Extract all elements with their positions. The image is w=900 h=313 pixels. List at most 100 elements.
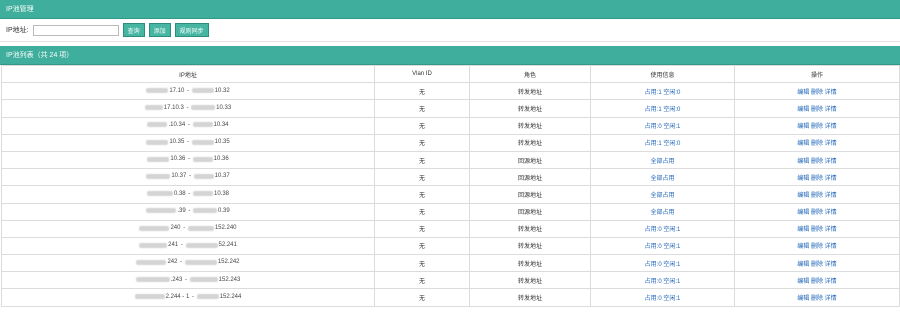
role-cell: 回源地址 bbox=[469, 168, 591, 187]
usage-info-link[interactable]: 占用:0 空闲:1 bbox=[590, 271, 735, 290]
edit-link[interactable]: 编辑 bbox=[797, 193, 809, 199]
usage-info-link[interactable]: 全部占用 bbox=[590, 185, 735, 204]
edit-link[interactable]: 编辑 bbox=[797, 227, 809, 233]
delete-link[interactable]: 删除 bbox=[811, 262, 823, 268]
edit-link[interactable]: 编辑 bbox=[797, 244, 809, 250]
actions-cell: 编辑 删除 详情 bbox=[734, 236, 900, 256]
masked-ip-prefix bbox=[185, 242, 218, 248]
detail-link[interactable]: 详情 bbox=[825, 141, 837, 147]
edit-link[interactable]: 编辑 bbox=[797, 159, 809, 165]
usage-info-link[interactable]: 占用:0 空闲:1 bbox=[590, 236, 735, 256]
ip-start: 10.35 bbox=[169, 139, 185, 146]
col-actions: 操作 bbox=[734, 64, 900, 84]
usage-info-link[interactable]: 占用:0 空闲:1 bbox=[590, 254, 735, 273]
edit-link[interactable]: 编辑 bbox=[797, 210, 809, 216]
role-cell: 转发地址 bbox=[469, 219, 591, 238]
usage-info-link[interactable]: 全部占用 bbox=[590, 202, 735, 221]
edit-link[interactable]: 编辑 bbox=[797, 262, 809, 268]
usage-info-link[interactable]: 占用:1 空闲:0 bbox=[590, 82, 735, 101]
actions-cell: 编辑 删除 详情 bbox=[734, 185, 900, 204]
ip-range-separator: - bbox=[181, 225, 187, 232]
detail-link[interactable]: 详情 bbox=[825, 279, 837, 285]
detail-link[interactable]: 详情 bbox=[825, 210, 837, 216]
detail-link[interactable]: 详情 bbox=[825, 159, 837, 165]
masked-ip-prefix bbox=[139, 242, 168, 248]
ip-range-cell: 0.38 - 10.38 bbox=[1, 185, 375, 204]
delete-link[interactable]: 删除 bbox=[811, 141, 823, 147]
ip-end: 152.243 bbox=[218, 276, 241, 283]
detail-link[interactable]: 详情 bbox=[825, 176, 837, 182]
ip-end: 10.36 bbox=[213, 156, 229, 163]
masked-ip-prefix bbox=[146, 139, 169, 145]
ip-range-separator: - bbox=[184, 104, 191, 111]
edit-link[interactable]: 编辑 bbox=[797, 176, 809, 182]
actions-cell: 编辑 删除 详情 bbox=[734, 271, 900, 290]
vlan-cell: 无 bbox=[374, 288, 470, 307]
edit-link[interactable]: 编辑 bbox=[797, 141, 809, 147]
col-role: 角色 bbox=[469, 64, 591, 84]
ip-search-input[interactable] bbox=[32, 24, 119, 36]
actions-cell: 编辑 删除 详情 bbox=[734, 219, 900, 238]
delete-link[interactable]: 删除 bbox=[811, 193, 823, 199]
detail-link[interactable]: 详情 bbox=[825, 262, 837, 268]
ip-end: 52.241 bbox=[218, 242, 237, 249]
delete-link[interactable]: 删除 bbox=[811, 210, 823, 216]
ip-range-cell: 10.37 - 10.37 bbox=[1, 168, 375, 187]
vlan-cell: 无 bbox=[374, 99, 470, 118]
delete-link[interactable]: 删除 bbox=[811, 107, 823, 113]
detail-link[interactable]: 详情 bbox=[825, 227, 837, 233]
list-title: IP池列表（共 24 项） bbox=[6, 52, 74, 59]
ip-end: 10.35 bbox=[214, 139, 230, 146]
edit-link[interactable]: 编辑 bbox=[797, 296, 809, 302]
detail-link[interactable]: 详情 bbox=[825, 90, 837, 96]
vlan-cell: 无 bbox=[374, 82, 470, 101]
usage-info-link[interactable]: 占用:1 空闲:0 bbox=[590, 133, 735, 152]
ip-start: 2.244 - 1 bbox=[165, 293, 190, 300]
role-cell: 回源地址 bbox=[469, 185, 591, 204]
masked-ip-prefix bbox=[192, 156, 213, 162]
ip-range-separator: - bbox=[183, 276, 189, 283]
masked-ip-prefix bbox=[144, 105, 163, 111]
ip-range-cell: .243 - 152.243 bbox=[1, 271, 375, 290]
actions-cell: 编辑 删除 详情 bbox=[734, 150, 900, 170]
ip-end: 152.240 bbox=[214, 225, 237, 232]
detail-link[interactable]: 详情 bbox=[825, 193, 837, 199]
usage-info-link[interactable]: 占用:0 空闲:1 bbox=[590, 288, 735, 307]
ip-end: 152.242 bbox=[217, 259, 240, 266]
edit-link[interactable]: 编辑 bbox=[797, 90, 809, 96]
usage-info-link[interactable]: 全部占用 bbox=[590, 150, 735, 170]
ip-range-separator: - bbox=[179, 242, 185, 249]
usage-info-link[interactable]: 全部占用 bbox=[590, 168, 735, 187]
detail-link[interactable]: 详情 bbox=[825, 244, 837, 250]
detail-link[interactable]: 详情 bbox=[825, 107, 837, 113]
rule-sync-button[interactable]: 规则同步 bbox=[174, 23, 209, 37]
delete-link[interactable]: 删除 bbox=[811, 279, 823, 285]
actions-cell: 编辑 删除 详情 bbox=[734, 288, 900, 307]
delete-link[interactable]: 删除 bbox=[811, 227, 823, 233]
actions-cell: 编辑 删除 详情 bbox=[734, 133, 900, 152]
delete-link[interactable]: 删除 bbox=[811, 176, 823, 182]
ip-range-cell: 242 - 152.242 bbox=[1, 254, 375, 273]
ip-range-separator: - bbox=[185, 87, 191, 94]
ip-range-separator: - bbox=[178, 259, 184, 266]
detail-link[interactable]: 详情 bbox=[825, 296, 837, 302]
edit-link[interactable]: 编辑 bbox=[797, 124, 809, 130]
detail-link[interactable]: 详情 bbox=[825, 124, 837, 130]
delete-link[interactable]: 删除 bbox=[811, 296, 823, 302]
delete-link[interactable]: 删除 bbox=[811, 159, 823, 165]
ip-range-cell: 2.244 - 1 - 152.244 bbox=[1, 288, 375, 307]
actions-cell: 编辑 删除 详情 bbox=[734, 202, 900, 221]
edit-link[interactable]: 编辑 bbox=[797, 279, 809, 285]
usage-info-link[interactable]: 占用:0 空闲:1 bbox=[590, 116, 735, 135]
edit-link[interactable]: 编辑 bbox=[797, 107, 809, 113]
query-button[interactable]: 查询 bbox=[122, 23, 145, 37]
delete-link[interactable]: 删除 bbox=[811, 244, 823, 250]
usage-info-link[interactable]: 占用:1 空闲:0 bbox=[590, 99, 735, 118]
add-button[interactable]: 添加 bbox=[148, 23, 171, 37]
table-row: 241 - 52.241 无 转发地址 占用:0 空闲:1 编辑 删除 详情 bbox=[1, 236, 900, 256]
usage-info-link[interactable]: 占用:0 空闲:1 bbox=[590, 219, 735, 238]
table-row: 240 - 152.240 无 转发地址 占用:0 空闲:1 编辑 删除 详情 bbox=[1, 219, 900, 238]
delete-link[interactable]: 删除 bbox=[811, 90, 823, 96]
ip-range-cell: 17.10 - 10.32 bbox=[1, 82, 375, 101]
delete-link[interactable]: 删除 bbox=[811, 124, 823, 130]
